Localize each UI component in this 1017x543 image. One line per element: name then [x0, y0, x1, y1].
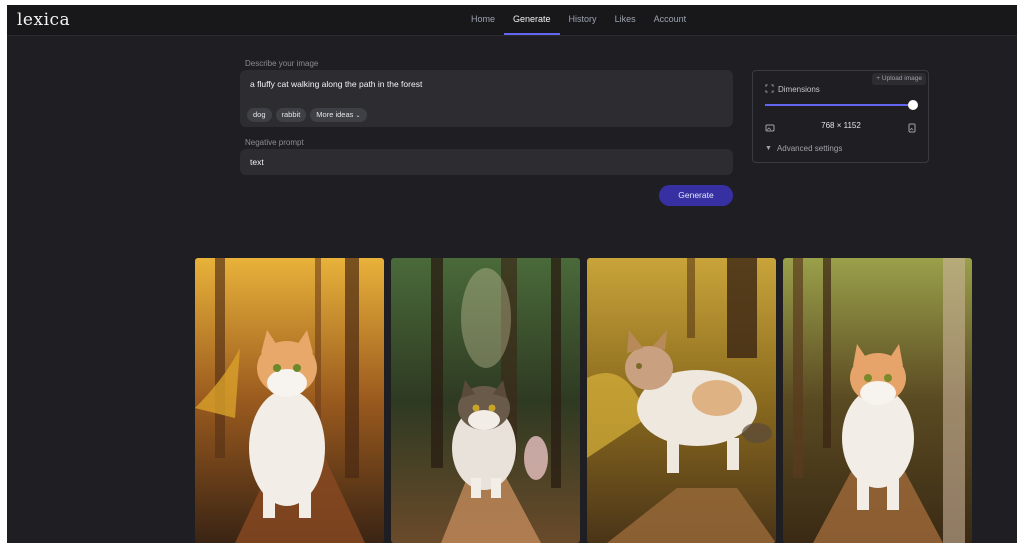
suggestion-chip-dog[interactable]: dog: [247, 108, 272, 122]
advanced-settings-label: Advanced settings: [776, 144, 843, 153]
prompt-text[interactable]: a fluffy cat walking along the path in t…: [250, 79, 422, 89]
more-ideas-button[interactable]: More ideas ⌄: [310, 108, 367, 122]
generated-image-3[interactable]: [587, 258, 776, 543]
generated-image-1[interactable]: [195, 258, 384, 543]
nav-likes[interactable]: Likes: [606, 5, 645, 35]
slider-thumb[interactable]: [908, 100, 918, 110]
dimensions-panel: + Upload image Dimensions 768 × 1152 ▼ A…: [752, 70, 929, 163]
negative-prompt-input[interactable]: text: [240, 149, 733, 175]
suggestion-chip-rabbit[interactable]: rabbit: [275, 108, 307, 122]
negative-prompt-label: Negative prompt: [245, 138, 304, 147]
negative-prompt-text[interactable]: text: [250, 157, 264, 167]
chevron-down-icon: ⌄: [355, 113, 361, 119]
generated-image-4[interactable]: [783, 258, 972, 543]
suggestion-chips: dog rabbit More ideas ⌄: [247, 108, 367, 122]
nav-generate[interactable]: Generate: [504, 5, 560, 35]
resize-icon: [765, 84, 774, 95]
advanced-settings-toggle[interactable]: ▼ Advanced settings: [765, 144, 842, 153]
dimensions-value: 768 × 1152: [821, 121, 861, 130]
main-nav: Home Generate History Likes Account: [462, 5, 695, 35]
portrait-image-icon[interactable]: [907, 120, 917, 138]
generate-button[interactable]: Generate: [659, 185, 733, 206]
app-logo[interactable]: lexica: [17, 10, 70, 30]
dimensions-slider[interactable]: [765, 100, 918, 110]
caret-down-icon: ▼: [765, 145, 772, 152]
app-frame: lexica Home Generate History Likes Accou…: [7, 5, 1017, 543]
dimensions-header: Dimensions: [765, 84, 820, 95]
nav-history[interactable]: History: [560, 5, 606, 35]
prompt-input[interactable]: a fluffy cat walking along the path in t…: [240, 70, 733, 127]
generated-image-2[interactable]: [391, 258, 580, 543]
dimensions-title: Dimensions: [778, 85, 820, 94]
dimensions-row: 768 × 1152: [765, 120, 917, 133]
more-ideas-label: More ideas: [316, 110, 354, 119]
nav-home[interactable]: Home: [462, 5, 504, 35]
top-navbar: lexica Home Generate History Likes Accou…: [7, 5, 1017, 36]
upload-image-button[interactable]: + Upload image: [872, 73, 926, 85]
nav-account[interactable]: Account: [645, 5, 696, 35]
prompt-label: Describe your image: [245, 59, 319, 68]
